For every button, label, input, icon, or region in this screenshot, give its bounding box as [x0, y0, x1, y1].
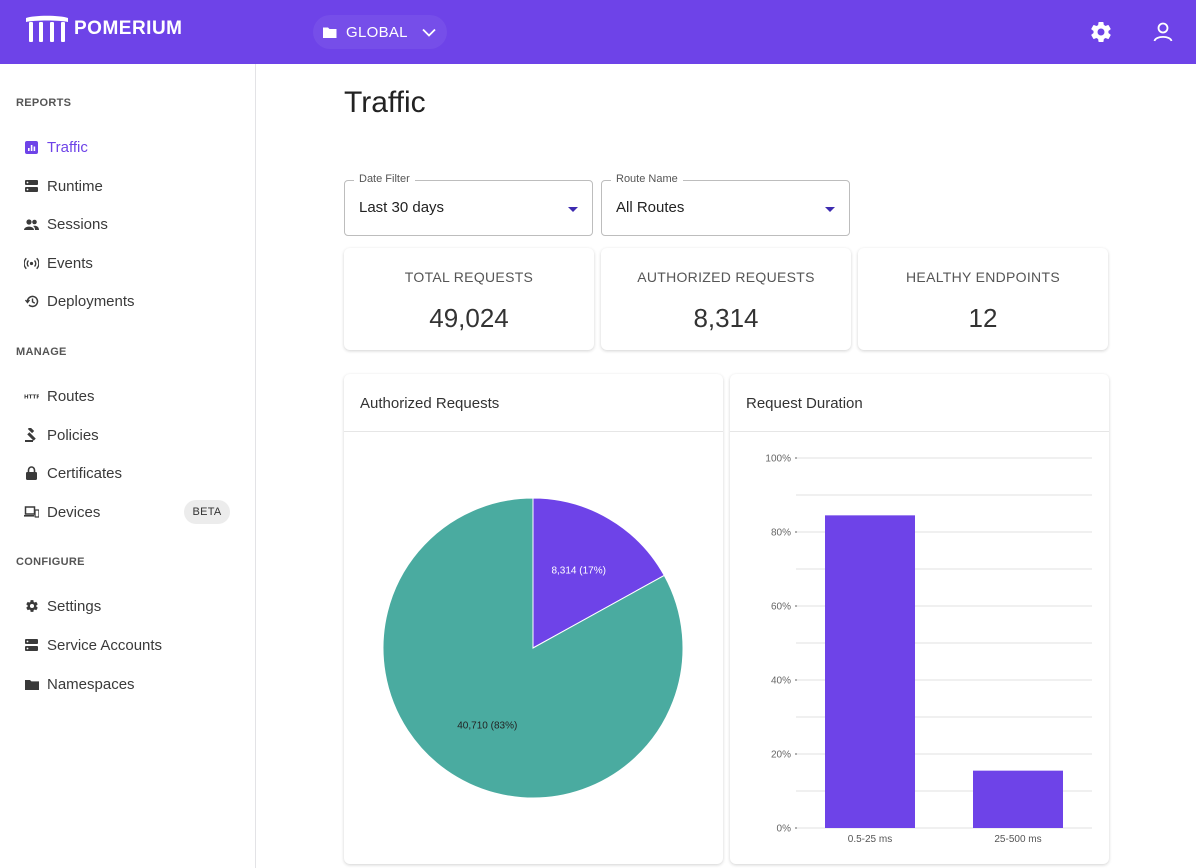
caret-down-icon: [568, 207, 578, 212]
bar-chart-icon: [24, 140, 39, 155]
y-tick-mark: [795, 531, 797, 533]
y-tick-mark: [795, 753, 797, 755]
folder-icon: [24, 677, 39, 692]
y-tick-mark: [795, 827, 797, 829]
sidebar-item-settings[interactable]: Settings: [16, 589, 240, 623]
stat-value: 49,024: [429, 303, 509, 333]
date-filter-select[interactable]: Date Filter Last 30 days: [344, 173, 593, 236]
sidebar-item-label: Certificates: [47, 464, 123, 482]
sidebar-item-routes[interactable]: HTTP Routes: [16, 379, 240, 413]
request-duration-card: Request Duration 0% 20% 40% 60% 80% 100% 0.5-2…: [730, 374, 1109, 864]
gavel-icon: [24, 428, 39, 443]
pie-slice-label: 40,710 (83%): [457, 721, 517, 732]
sidebar-item-devices[interactable]: Devices BETA: [16, 495, 240, 529]
sidebar-item-label: Routes: [47, 387, 95, 405]
sidebar-item-label: Runtime: [47, 177, 103, 195]
y-tick-label: 20%: [771, 750, 791, 761]
sidebar-item-label: Settings: [47, 597, 102, 615]
user-icon[interactable]: [1151, 20, 1175, 44]
stat-value: 12: [968, 303, 998, 333]
y-tick-label: 0%: [777, 824, 792, 835]
lock-icon: [24, 466, 39, 481]
y-tick-label: 40%: [771, 676, 791, 687]
stat-card-healthy-endpoints: HEALTHY ENDPOINTS 12: [858, 248, 1108, 350]
people-icon: [24, 217, 39, 232]
y-tick-label: 100%: [765, 454, 791, 465]
bar-chart: 0% 20% 40% 60% 80% 100% 0.5-25 ms 25-500 ms: [765, 454, 1092, 845]
date-filter-label: Date Filter: [354, 173, 415, 185]
top-app-bar: POMERIUM GLOBAL: [0, 0, 1196, 64]
folder-icon: [323, 27, 337, 38]
namespace-label: GLOBAL: [346, 23, 408, 41]
pomerium-logo-icon: [26, 15, 68, 42]
stat-value: 8,314: [693, 303, 759, 333]
pomerium-logo[interactable]: POMERIUM: [24, 14, 183, 44]
sidebar-item-events[interactable]: Events: [16, 246, 240, 280]
route-name-label: Route Name: [611, 173, 683, 185]
gear-icon: [24, 599, 39, 614]
broadcast-icon: [24, 256, 39, 271]
bar: [825, 515, 915, 828]
stat-label: TOTAL REQUESTS: [404, 269, 534, 285]
brand-name: POMERIUM: [74, 18, 183, 39]
sidebar-item-label: Namespaces: [47, 675, 135, 693]
history-icon: [24, 294, 39, 309]
sidebar-item-label: Events: [47, 254, 93, 272]
route-name-value: All Routes: [616, 199, 685, 216]
server-icon: [24, 179, 39, 194]
sidebar-item-label: Devices: [47, 503, 101, 521]
x-tick-label: 25-500 ms: [994, 834, 1041, 845]
sidebar-item-label: Policies: [47, 426, 99, 444]
section-title-configure: CONFIGURE: [16, 556, 85, 568]
page-title: Traffic: [344, 86, 426, 119]
caret-down-icon: [825, 207, 835, 212]
y-tick-label: 80%: [771, 528, 791, 539]
x-tick-label: 0.5-25 ms: [848, 834, 892, 845]
date-filter-value: Last 30 days: [359, 199, 445, 216]
sidebar-item-policies[interactable]: Policies: [16, 418, 240, 452]
gear-icon[interactable]: [1089, 20, 1113, 44]
pie-chart: 8,314 (17%) 40,710 (83%): [382, 497, 684, 799]
stat-card-total-requests: TOTAL REQUESTS 49,024: [344, 248, 594, 350]
pie-slice-label: 8,314 (17%): [551, 565, 605, 576]
server-icon: [24, 638, 39, 653]
sidebar-item-traffic[interactable]: Traffic: [16, 130, 240, 164]
sidebar: REPORTS Traffic Runtime Sessions Events …: [0, 64, 256, 868]
devices-icon: [24, 505, 39, 520]
section-title-reports: REPORTS: [16, 97, 72, 109]
y-tick-mark: [795, 679, 797, 681]
stat-label: HEALTHY ENDPOINTS: [906, 269, 1060, 285]
sidebar-item-sessions[interactable]: Sessions: [16, 207, 240, 241]
chevron-down-icon: [422, 28, 436, 37]
stat-card-authorized-requests: AUTHORIZED REQUESTS 8,314: [601, 248, 851, 350]
y-tick-mark: [795, 605, 797, 607]
route-name-select[interactable]: Route Name All Routes: [601, 173, 850, 236]
sidebar-item-runtime[interactable]: Runtime: [16, 169, 240, 203]
sidebar-item-certificates[interactable]: Certificates: [16, 456, 240, 490]
sidebar-item-service-accounts[interactable]: Service Accounts: [16, 628, 240, 662]
y-tick-mark: [795, 457, 797, 459]
sidebar-item-label: Deployments: [47, 292, 135, 310]
http-icon: HTTP: [24, 389, 39, 404]
sidebar-item-label: Service Accounts: [47, 636, 163, 654]
beta-badge: BETA: [184, 500, 230, 524]
sidebar-item-label: Sessions: [47, 215, 108, 233]
y-tick-label: 60%: [771, 602, 791, 613]
authorized-requests-card: Authorized Requests 8,314 (17%) 40,710 (8…: [344, 374, 723, 864]
sidebar-item-label: Traffic: [47, 138, 88, 156]
namespace-selector[interactable]: GLOBAL: [313, 15, 447, 49]
bar: [973, 770, 1063, 828]
stat-label: AUTHORIZED REQUESTS: [637, 269, 815, 285]
section-title-manage: MANAGE: [16, 346, 67, 358]
sidebar-item-deployments[interactable]: Deployments: [16, 284, 240, 318]
sidebar-item-namespaces[interactable]: Namespaces: [16, 667, 240, 701]
svg-text:HTTP: HTTP: [24, 395, 39, 400]
